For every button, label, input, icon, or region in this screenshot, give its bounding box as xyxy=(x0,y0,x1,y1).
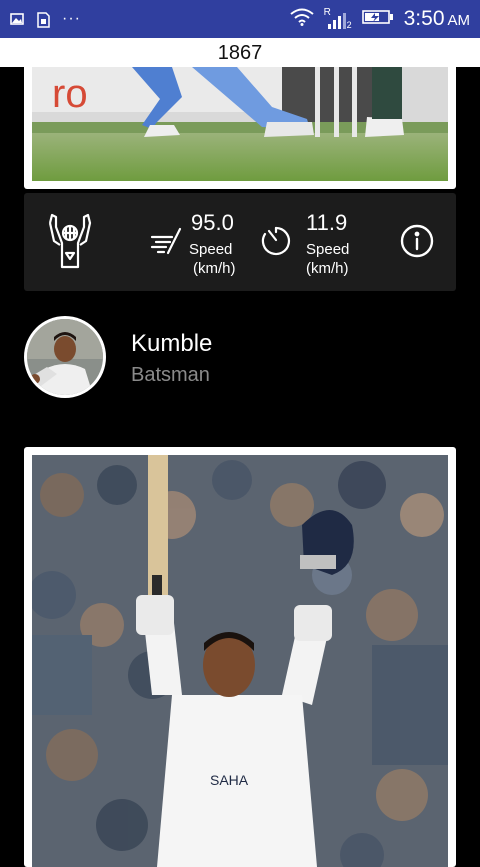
player-role: Batsman xyxy=(131,364,210,386)
player-photo-card[interactable]: SAHA xyxy=(24,447,456,867)
player-photo: SAHA xyxy=(32,455,448,867)
svg-text:ro: ro xyxy=(52,72,88,116)
wicketkeeper-icon xyxy=(44,213,96,274)
match-photo: ro ren xyxy=(32,67,448,181)
svg-text:SAHA: SAHA xyxy=(210,772,249,788)
match-photo-card[interactable]: ro ren xyxy=(24,67,456,189)
page-title: 1867 xyxy=(0,38,480,67)
clock-ampm: AM xyxy=(447,12,471,29)
stopwatch-icon xyxy=(260,224,292,261)
player-avatar[interactable] xyxy=(24,316,106,398)
clock-time: 3:50 xyxy=(403,7,445,30)
battery-charging-icon xyxy=(361,9,394,30)
bowling-speed-label: Speed xyxy=(189,241,233,258)
wifi-icon xyxy=(289,8,314,31)
ball-speed-value: 11.9 xyxy=(306,210,348,235)
sim-card-icon xyxy=(36,12,50,28)
gallery-icon xyxy=(10,12,24,26)
speed-icon xyxy=(150,227,182,260)
more-notifications-icon: ··· xyxy=(62,10,81,27)
bowling-speed-unit: (km/h) xyxy=(193,260,236,277)
system-icons: R 2 3:50 AM xyxy=(289,7,470,31)
ball-speed-unit: (km/h) xyxy=(306,260,349,277)
info-icon[interactable] xyxy=(400,224,434,263)
player-name: Kumble xyxy=(131,330,213,357)
clock: 3:50 AM xyxy=(404,7,470,31)
signal-icon: R 2 xyxy=(324,7,352,30)
player-avatar-image xyxy=(27,319,103,395)
sim-slot-label: 2 xyxy=(346,20,352,30)
bowling-speed-value: 95.0 xyxy=(191,210,234,235)
notification-icons: ··· xyxy=(10,10,81,28)
status-bar: ··· R 2 3:50 AM xyxy=(0,0,480,38)
delivery-stats-bar: 95.0 Speed (km/h) 11.9 Speed (km/h) xyxy=(24,193,456,291)
ball-speed-label: Speed xyxy=(306,241,350,258)
